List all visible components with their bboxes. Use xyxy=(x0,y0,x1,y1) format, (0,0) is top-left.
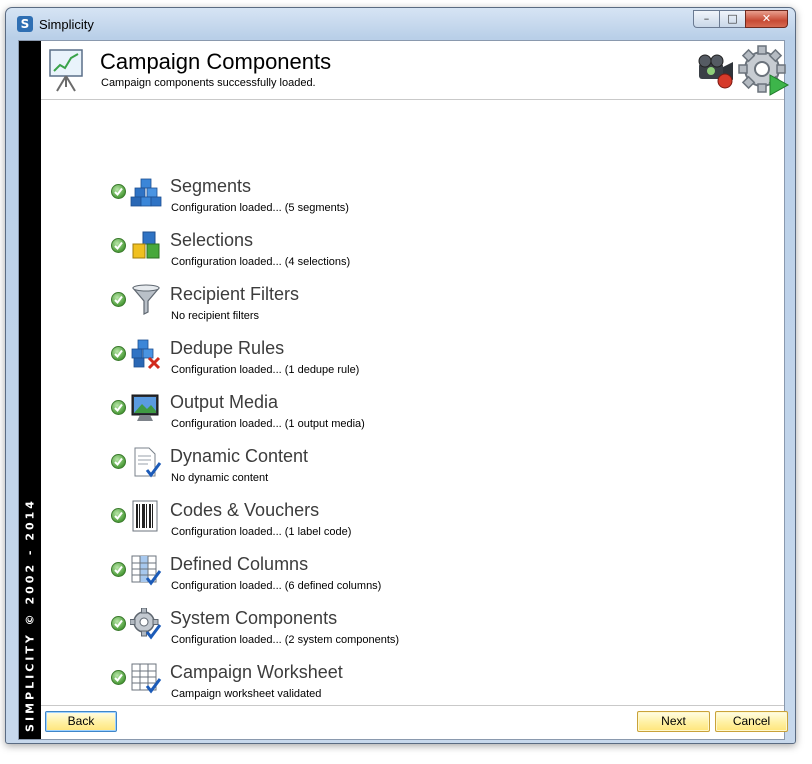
item-status: No recipient filters xyxy=(171,310,260,322)
grid-check-icon xyxy=(131,663,162,694)
back-button[interactable]: Back xyxy=(45,711,117,732)
page-title: Campaign Components xyxy=(100,49,332,74)
item-status: Configuration loaded... (4 selections) xyxy=(171,256,351,268)
check-icon xyxy=(111,238,126,253)
item-title: Dedupe Rules xyxy=(170,338,285,358)
item-title: Defined Columns xyxy=(170,554,309,574)
item-title: Selections xyxy=(170,230,254,250)
item-title: Output Media xyxy=(170,392,279,412)
cancel-button[interactable]: Cancel xyxy=(715,711,788,732)
item-title: Codes & Vouchers xyxy=(170,500,320,520)
item-status: Configuration loaded... (1 dedupe rule) xyxy=(171,364,360,376)
app-icon: S xyxy=(17,16,33,32)
check-icon xyxy=(111,346,126,361)
app-window: S Simplicity – □ ✕ SIMPLICITY © 2002 - 2… xyxy=(5,7,796,744)
list-item: Recipient Filters No recipient filters xyxy=(111,284,611,324)
item-title: Campaign Worksheet xyxy=(170,662,343,682)
cubes-delete-icon xyxy=(131,339,161,370)
item-title: Segments xyxy=(170,176,252,196)
funnel-icon xyxy=(131,284,161,315)
item-status: Configuration loaded... (5 segments) xyxy=(171,202,349,214)
list-item: Codes & Vouchers Configuration loaded...… xyxy=(111,500,611,540)
list-item: Selections Configuration loaded... (4 se… xyxy=(111,230,611,270)
item-title: Recipient Filters xyxy=(170,284,300,304)
close-button[interactable]: ✕ xyxy=(745,10,788,28)
item-status: Configuration loaded... (6 defined colum… xyxy=(171,580,382,592)
minimize-button[interactable]: – xyxy=(693,10,719,28)
item-status: Campaign worksheet validated xyxy=(171,688,322,700)
copyright-text: SIMPLICITY © 2002 - 2014 xyxy=(23,498,37,732)
presentation-chart-icon xyxy=(49,49,83,92)
check-icon xyxy=(111,508,126,523)
title-bar[interactable]: S Simplicity – □ ✕ xyxy=(6,8,795,40)
check-icon xyxy=(111,184,126,199)
brand-sidebar: SIMPLICITY © 2002 - 2014 xyxy=(19,41,41,739)
check-icon xyxy=(111,400,126,415)
list-item: System Components Configuration loaded..… xyxy=(111,608,611,648)
list-item: Dynamic Content No dynamic content xyxy=(111,446,611,486)
check-icon xyxy=(111,292,126,307)
item-title: System Components xyxy=(170,608,338,628)
run-gear-icon[interactable] xyxy=(738,45,790,97)
maximize-button[interactable]: □ xyxy=(719,10,745,28)
document-check-icon xyxy=(134,447,162,478)
page-subtitle: Campaign components successfully loaded. xyxy=(101,77,316,89)
barcode-icon xyxy=(132,500,158,532)
page-header: Campaign Components Campaign components … xyxy=(41,41,790,100)
check-icon xyxy=(111,454,126,469)
list-item: Segments Configuration loaded... (5 segm… xyxy=(111,176,611,216)
item-status: Configuration loaded... (1 label code) xyxy=(171,526,352,538)
next-button[interactable]: Next xyxy=(637,711,710,732)
item-title: Dynamic Content xyxy=(170,446,309,466)
monitor-icon xyxy=(131,394,159,421)
list-item: Defined Columns Configuration loaded... … xyxy=(111,554,611,594)
wizard-footer: Back Next Cancel xyxy=(41,705,788,739)
check-icon xyxy=(111,670,126,685)
client-area: SIMPLICITY © 2002 - 2014 Campaign Compon… xyxy=(18,40,790,740)
item-status: Configuration loaded... (1 output media) xyxy=(171,418,365,430)
list-item: Output Media Configuration loaded... (1 … xyxy=(111,392,611,432)
colored-cubes-icon xyxy=(132,231,160,259)
item-status: No dynamic content xyxy=(171,472,269,484)
components-list: Segments Configuration loaded... (5 segm… xyxy=(41,100,784,706)
check-icon xyxy=(111,616,126,631)
gear-check-icon xyxy=(130,608,162,640)
cubes-icon xyxy=(130,178,162,207)
window-title: Simplicity xyxy=(39,17,94,32)
item-status: Configuration loaded... (2 system compon… xyxy=(171,634,400,646)
list-item: Dedupe Rules Configuration loaded... (1 … xyxy=(111,338,611,378)
check-icon xyxy=(111,562,126,577)
record-camera-icon[interactable] xyxy=(695,51,737,91)
list-item: Campaign Worksheet Campaign worksheet va… xyxy=(111,662,611,702)
columns-check-icon xyxy=(131,555,162,586)
